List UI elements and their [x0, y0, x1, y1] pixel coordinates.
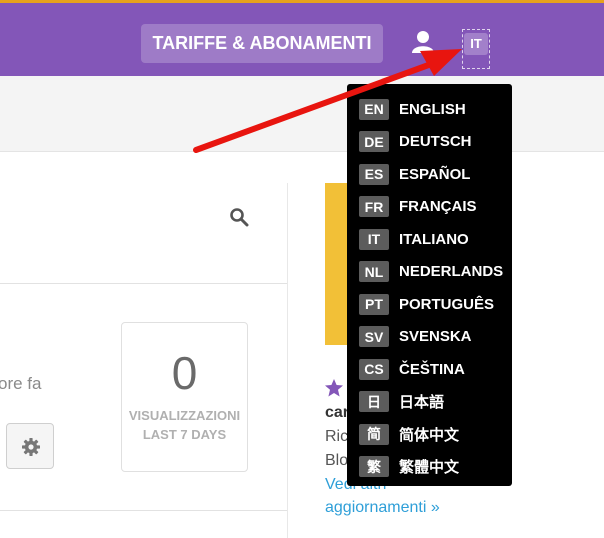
annotation-arrow — [193, 49, 462, 153]
